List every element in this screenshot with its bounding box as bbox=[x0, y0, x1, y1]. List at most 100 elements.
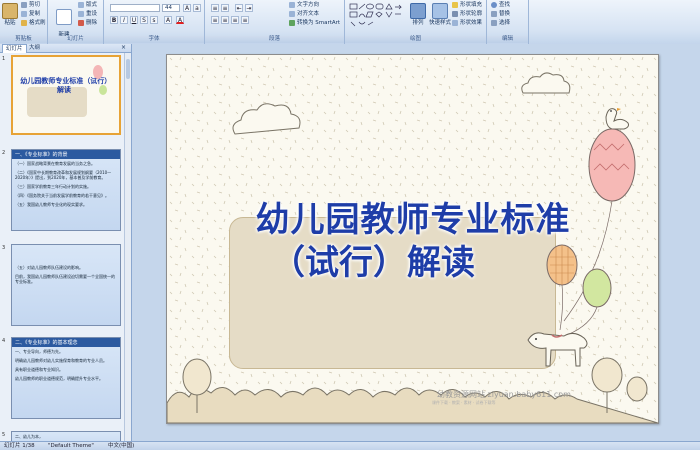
increase-indent-button[interactable]: ⇥ bbox=[245, 4, 253, 12]
align-center-button[interactable]: ≡ bbox=[221, 16, 229, 24]
select-icon bbox=[491, 19, 497, 26]
text-direction-icon bbox=[289, 1, 295, 8]
cloud-illustration bbox=[521, 72, 571, 94]
thumb-line: 具有职业道德和专业知识。 bbox=[15, 367, 63, 372]
slide-thumb-5[interactable]: 二、幼儿为本， bbox=[11, 431, 121, 441]
replace-icon bbox=[491, 10, 497, 17]
select-button[interactable]: 选择 bbox=[491, 19, 510, 27]
slides-pane: 幻灯片 大纲 × 1 幼儿园教师专业标准（试行）解读 2 一、《专业标准》的背景… bbox=[0, 44, 132, 441]
quick-styles-label: 快速样式 bbox=[429, 20, 452, 26]
replace-label: 替换 bbox=[499, 11, 511, 17]
thumb-balloon bbox=[99, 85, 107, 95]
copy-icon bbox=[21, 10, 27, 17]
align-right-button[interactable]: ≡ bbox=[231, 16, 239, 24]
font-name-box[interactable] bbox=[110, 4, 160, 12]
delete-icon bbox=[78, 19, 84, 26]
quick-styles-icon bbox=[432, 3, 448, 19]
format-painter-button[interactable]: 格式刷 bbox=[21, 19, 46, 27]
text-direction-button[interactable]: 文字方向 bbox=[289, 1, 319, 9]
thumb-heading: 一、《专业标准》的背景 bbox=[12, 150, 120, 159]
shape-outline-button[interactable]: 形状轮廓 bbox=[452, 10, 482, 18]
slide-thumb-3[interactable]: （五）对幼儿园教师队伍建设的影响。 目前，我国幼儿园教师队伍建设迫切需要一个全国… bbox=[11, 244, 121, 326]
cloud-illustration bbox=[232, 103, 301, 135]
select-label: 选择 bbox=[499, 20, 511, 26]
shrink-font-button[interactable]: a bbox=[193, 4, 201, 12]
close-pane-button[interactable]: × bbox=[118, 44, 129, 52]
thumb-line: 明确幼儿园教师对幼儿实施保育和教育的专业人员。 bbox=[15, 358, 107, 363]
find-button[interactable]: 查找 bbox=[491, 1, 510, 9]
shape-fill-button[interactable]: 形状填充 bbox=[452, 1, 482, 9]
thumb-line: 一、专业导向，师德为先。 bbox=[15, 349, 63, 354]
strikethrough-button[interactable]: S bbox=[140, 16, 148, 24]
numbering-button[interactable]: ≡ bbox=[221, 4, 229, 12]
arrange-icon bbox=[410, 3, 426, 19]
shape-effects-button[interactable]: 形状效果 bbox=[452, 19, 482, 27]
slide-thumb-4[interactable]: 二、《专业标准》的基本理念 一、专业导向，师德为先。 明确幼儿园教师对幼儿实施保… bbox=[11, 337, 121, 419]
slide-thumb-1[interactable]: 幼儿园教师专业标准（试行）解读 bbox=[11, 55, 121, 135]
font-group: 44 A a B I U S s A A 字体 bbox=[104, 0, 205, 44]
slide-number: 4 bbox=[2, 338, 6, 344]
thumb-line: （五）我国幼儿教师专业化的现实要求。 bbox=[15, 202, 87, 207]
thumbnails-scrollbar[interactable] bbox=[124, 53, 131, 441]
align-left-button[interactable]: ≡ bbox=[211, 16, 219, 24]
font-color-button[interactable]: A bbox=[176, 16, 184, 24]
layout-icon bbox=[78, 1, 84, 8]
tab-outline[interactable]: 大纲 bbox=[26, 44, 43, 52]
arrange-label: 排列 bbox=[412, 20, 424, 26]
slide-title-line-2[interactable]: （试行）解读 bbox=[223, 235, 523, 284]
case-button[interactable]: A bbox=[164, 16, 172, 24]
align-text-button[interactable]: 对齐文本 bbox=[289, 10, 319, 18]
decrease-indent-button[interactable]: ⇤ bbox=[235, 4, 243, 12]
reset-button[interactable]: 重设 bbox=[78, 10, 97, 18]
slide-editor: 幼儿园教师专业标准 （试行）解读 幼教资源网站 ziyuan.baby611.c… bbox=[132, 44, 700, 441]
format-painter-icon bbox=[21, 19, 27, 26]
paste-button[interactable]: 粘贴 bbox=[2, 3, 18, 26]
bold-button[interactable]: B bbox=[110, 16, 118, 24]
bullets-button[interactable]: ≡ bbox=[211, 4, 219, 12]
watermark-text: 幼教资源网站 ziyuan.baby611.com bbox=[437, 390, 571, 399]
clipboard-group: 粘贴 剪切 复制 格式刷 剪贴板 bbox=[0, 0, 48, 44]
thumb-line: （五）对幼儿园教师队伍建设的影响。 bbox=[15, 265, 83, 270]
shapes-gallery[interactable] bbox=[349, 3, 409, 29]
tab-slides[interactable]: 幻灯片 bbox=[2, 44, 27, 53]
smartart-icon bbox=[289, 19, 295, 26]
quick-styles-button[interactable]: 快速样式 bbox=[429, 3, 451, 26]
font-size-box[interactable]: 44 bbox=[162, 4, 180, 12]
thumb-line: （一）国家战略背景在教育发展的当务之急。 bbox=[15, 161, 95, 166]
copy-button[interactable]: 复制 bbox=[21, 10, 40, 18]
shadow-button[interactable]: s bbox=[150, 16, 158, 24]
delete-button[interactable]: 删除 bbox=[78, 19, 97, 27]
slide-number: 3 bbox=[2, 245, 6, 251]
layout-label: 版式 bbox=[86, 2, 98, 8]
slide-title-line-1[interactable]: 幼儿园教师专业标准 bbox=[223, 192, 603, 241]
clipboard-group-title: 剪贴板 bbox=[0, 36, 47, 43]
align-text-icon bbox=[289, 10, 295, 17]
paragraph-group-title: 段落 bbox=[205, 36, 344, 43]
paste-label: 粘贴 bbox=[4, 20, 16, 26]
balloons-illustration bbox=[527, 108, 636, 367]
cut-label: 剪切 bbox=[29, 2, 41, 8]
grow-font-button[interactable]: A bbox=[183, 4, 191, 12]
shape-effects-label: 形状效果 bbox=[460, 20, 483, 26]
slide-thumbnails[interactable]: 1 幼儿园教师专业标准（试行）解读 2 一、《专业标准》的背景 （一）国家战略背… bbox=[0, 53, 124, 441]
arrange-button[interactable]: 排列 bbox=[409, 3, 427, 26]
justify-button[interactable]: ≡ bbox=[241, 16, 249, 24]
slides-group: 新建 幻灯片 版式 重设 删除 幻灯片 bbox=[48, 0, 104, 44]
slide-thumb-2[interactable]: 一、《专业标准》的背景 （一）国家战略背景在教育发展的当务之急。 （二）《国家中… bbox=[11, 149, 121, 231]
italic-button[interactable]: I bbox=[120, 16, 128, 24]
slides-group-title: 幻灯片 bbox=[48, 36, 103, 43]
thumb-title: 幼儿园教师专业标准（试行）解读 bbox=[20, 77, 108, 94]
new-slide-icon bbox=[56, 9, 72, 25]
shape-effects-icon bbox=[452, 19, 458, 26]
ribbon: 粘贴 剪切 复制 格式刷 剪贴板 新建 幻灯片 版式 重设 删除 幻灯片 44 … bbox=[0, 0, 700, 45]
editing-group-title: 编辑 bbox=[487, 36, 528, 43]
underline-button[interactable]: U bbox=[130, 16, 138, 24]
current-slide[interactable]: 幼儿园教师专业标准 （试行）解读 幼教资源网站 ziyuan.baby611.c… bbox=[166, 54, 659, 424]
replace-button[interactable]: 替换 bbox=[491, 10, 510, 18]
cut-button[interactable]: 剪切 bbox=[21, 1, 40, 9]
drawing-group: 排列 快速样式 形状填充 形状轮廓 形状效果 绘图 bbox=[345, 0, 487, 44]
smartart-button[interactable]: 转换为 SmartArt bbox=[289, 19, 340, 27]
layout-button[interactable]: 版式 bbox=[78, 1, 97, 9]
scrollbar-thumb[interactable] bbox=[126, 59, 130, 79]
shape-fill-label: 形状填充 bbox=[460, 2, 483, 8]
